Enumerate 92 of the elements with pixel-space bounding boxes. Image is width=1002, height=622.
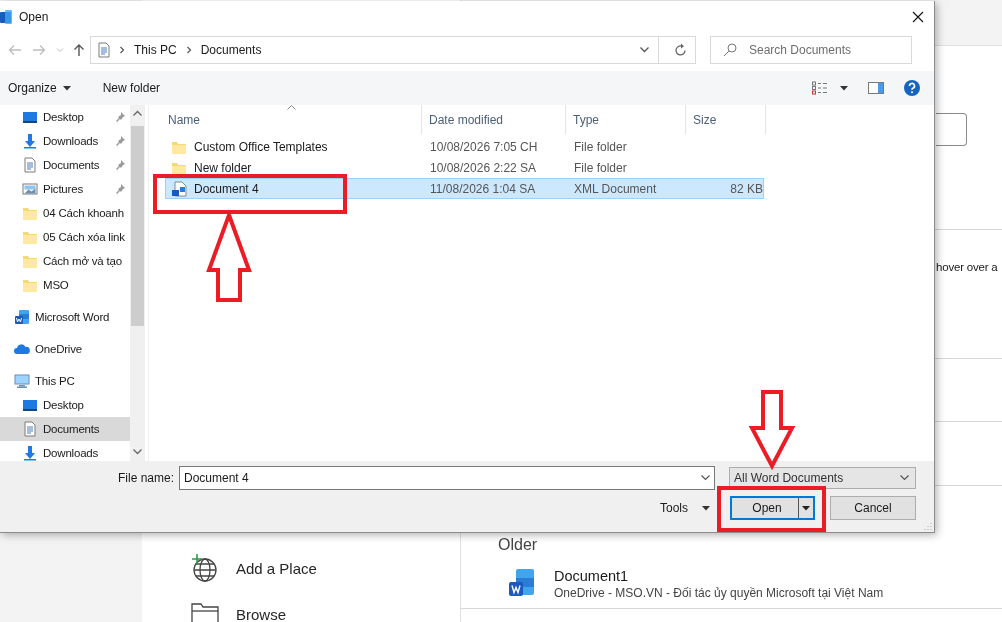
- file-name: New folder: [194, 160, 252, 175]
- resize-grip-icon[interactable]: [923, 521, 932, 530]
- file-name-field[interactable]: Document 4: [179, 466, 715, 490]
- nav-item[interactable]: This PC: [0, 369, 130, 393]
- column-header[interactable]: Type: [566, 105, 686, 134]
- up-arrow-icon[interactable]: [72, 43, 86, 57]
- date-cell: 10/08/2026 2:22 SA: [430, 160, 537, 175]
- size-cell: 82 KB: [730, 181, 763, 196]
- file-row[interactable]: Document 4 11/08/2026 1:04 SA XML Document 82 KB: [165, 178, 764, 199]
- folder-icon: [22, 253, 38, 269]
- word-app-icon: [0, 9, 12, 24]
- pin-icon[interactable]: [114, 183, 126, 195]
- dropdown-chevron-icon[interactable]: [900, 475, 909, 481]
- scrollbar-thumb[interactable]: [131, 126, 144, 326]
- caret-icon[interactable]: [840, 85, 848, 91]
- nav-item[interactable]: Downloads: [0, 441, 130, 461]
- word-document-icon: [14, 309, 30, 325]
- column-header[interactable]: Size: [686, 105, 766, 134]
- tools-button[interactable]: Tools: [660, 501, 715, 515]
- hint-text: hover over a: [936, 261, 998, 273]
- nav-item[interactable]: Documents: [0, 417, 130, 441]
- download-icon: [22, 445, 38, 461]
- search-field[interactable]: Search Documents: [710, 36, 912, 64]
- search-icon: [723, 43, 737, 57]
- breadcrumb-item[interactable]: This PC: [132, 43, 179, 57]
- folder-icon: [22, 229, 38, 245]
- new-folder-button[interactable]: New folder: [94, 75, 161, 101]
- folder-icon: [22, 277, 38, 293]
- dropdown-chevron-icon[interactable]: [640, 47, 649, 53]
- nav-item[interactable]: Microsoft Word: [0, 305, 130, 329]
- nav-item[interactable]: MSO: [0, 273, 130, 297]
- view-options-icon[interactable]: [812, 81, 828, 95]
- recent-file-location: OneDrive - MSO.VN - Đối tác ủy quyền Microsoft tại Việt Nam: [554, 586, 884, 600]
- nav-item[interactable]: Documents: [0, 153, 130, 177]
- download-icon: [22, 133, 38, 149]
- breadcrumb-chevron-icon[interactable]: [184, 46, 193, 54]
- desktop-icon: [22, 109, 38, 125]
- caret-icon[interactable]: [802, 505, 810, 511]
- preview-pane-icon[interactable]: [868, 82, 884, 94]
- type-cell: File folder: [574, 160, 627, 175]
- scroll-down-icon[interactable]: [133, 449, 142, 455]
- nav-item[interactable]: Desktop: [0, 105, 130, 129]
- pin-icon[interactable]: [114, 111, 126, 123]
- folder-icon: [22, 205, 38, 221]
- nav-item[interactable]: Desktop: [0, 393, 130, 417]
- type-cell: XML Document: [574, 181, 657, 196]
- file-name: Document 4: [194, 181, 259, 196]
- text-field[interactable]: [936, 113, 967, 146]
- date-cell: 11/08/2026 1:04 SA: [430, 181, 536, 196]
- date-cell: 10/08/2026 7:05 CH: [430, 139, 538, 154]
- file-row[interactable]: Custom Office Templates 10/08/2026 7:05 CH File folder: [165, 136, 764, 157]
- file-name: Custom Office Templates: [194, 139, 328, 154]
- document-icon: [22, 157, 38, 173]
- nav-item[interactable]: 04 Cách khoanh: [0, 201, 130, 225]
- breadcrumb-item[interactable]: Documents: [198, 43, 264, 57]
- breadcrumb-chevron-icon[interactable]: [118, 46, 126, 54]
- document-icon: [96, 42, 112, 58]
- section-heading: Older: [498, 536, 538, 554]
- refresh-icon[interactable]: [673, 43, 687, 57]
- file-name-label: File name:: [117, 471, 174, 485]
- nav-item[interactable]: Pictures: [0, 177, 130, 201]
- place-item[interactable]: Add a Place: [190, 552, 460, 584]
- file-type-dropdown[interactable]: All Word Documents: [729, 467, 916, 489]
- computer-icon: [14, 373, 30, 389]
- caret-icon[interactable]: [62, 85, 71, 91]
- nav-item[interactable]: OneDrive: [0, 337, 130, 361]
- globe-add-icon: [190, 553, 220, 583]
- scroll-up-icon[interactable]: [133, 110, 142, 116]
- column-header[interactable]: Name: [149, 105, 422, 134]
- word-document-icon: [171, 180, 187, 197]
- desktop-icon: [22, 397, 38, 413]
- help-icon[interactable]: [904, 80, 920, 96]
- nav-item[interactable]: Downloads: [0, 129, 130, 153]
- pin-icon[interactable]: [114, 135, 126, 147]
- dropdown-chevron-icon[interactable]: [700, 475, 710, 481]
- place-item[interactable]: Browse: [190, 598, 460, 622]
- column-header[interactable]: Date modified: [422, 105, 566, 134]
- nav-item[interactable]: Cách mở và tạo: [0, 249, 130, 273]
- pictures-icon: [22, 181, 38, 197]
- type-cell: File folder: [574, 139, 627, 154]
- recent-file-name[interactable]: Document1: [554, 568, 884, 584]
- nav-item[interactable]: 05 Cách xóa link: [0, 225, 130, 249]
- file-row[interactable]: New folder 10/08/2026 2:22 SA File folder: [165, 157, 764, 178]
- caret-icon[interactable]: [702, 505, 710, 511]
- cloud-icon: [14, 341, 30, 357]
- cancel-button[interactable]: Cancel: [830, 496, 916, 520]
- pin-icon[interactable]: [114, 159, 126, 171]
- close-icon[interactable]: [912, 10, 924, 23]
- document-icon: [22, 421, 38, 437]
- window-title: Open: [19, 9, 49, 24]
- open-button[interactable]: Open: [730, 496, 815, 520]
- organize-button[interactable]: Organize: [0, 75, 71, 101]
